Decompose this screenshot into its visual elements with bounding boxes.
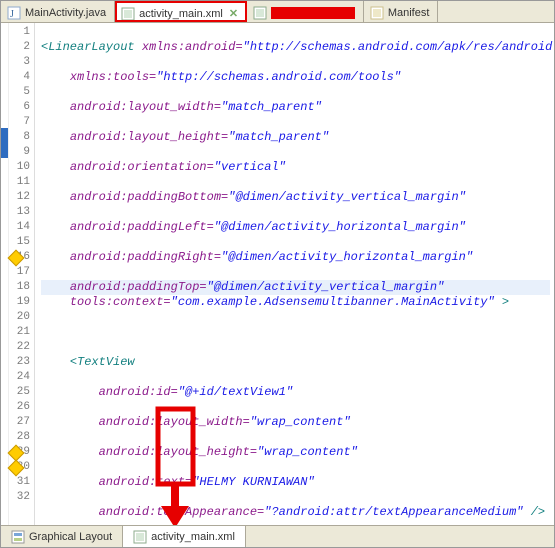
bottom-tab-label: Graphical Layout [29, 531, 112, 543]
code-area[interactable]: <LinearLayout xmlns:android="http://sche… [35, 23, 554, 525]
tab-label: activity_main.xml [139, 8, 223, 20]
tab-main-activity[interactable]: J MainActivity.java [1, 1, 115, 22]
editor-bottom-tabbar: Graphical Layout activity_main.xml [1, 525, 554, 547]
tab-xml-source[interactable]: activity_main.xml [123, 526, 246, 547]
manifest-file-icon [370, 6, 384, 20]
tab-graphical-layout[interactable]: Graphical Layout [1, 526, 123, 547]
xml-file-icon [133, 530, 147, 544]
code-editor[interactable]: 1234567891011121314151617181920212223242… [1, 23, 554, 525]
line-gutter: 1234567891011121314151617181920212223242… [9, 23, 35, 525]
tab-label: MainActivity.java [25, 7, 106, 19]
tab-label: Manifest [388, 7, 430, 19]
tab-label: ■■■■■■■■■■■■ [271, 7, 355, 19]
tab-activity-main-xml[interactable]: activity_main.xml ✕ [115, 1, 247, 22]
xml-file-icon [121, 7, 135, 21]
tab-redacted[interactable]: ■■■■■■■■■■■■ [247, 1, 364, 22]
bottom-tab-label: activity_main.xml [151, 531, 235, 543]
java-file-icon: J [7, 6, 21, 20]
xml-file-icon [253, 6, 267, 20]
tab-manifest[interactable]: Manifest [364, 1, 439, 22]
layout-icon [11, 530, 25, 544]
close-icon[interactable]: ✕ [229, 7, 238, 20]
svg-text:J: J [10, 9, 14, 20]
marker-column [1, 23, 9, 525]
editor-tabbar: J MainActivity.java activity_main.xml ✕ … [1, 1, 554, 23]
